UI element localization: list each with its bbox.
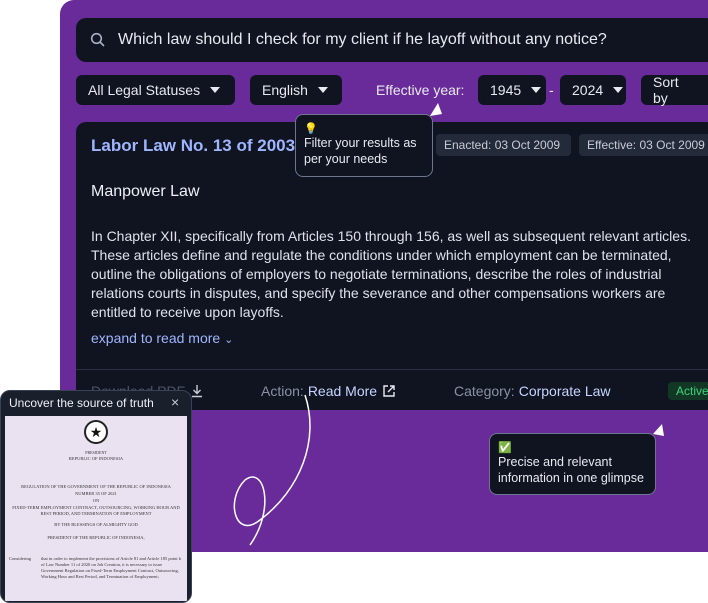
doc-header2: REPUBLIC OF INDONESIA	[68, 456, 124, 461]
doc-line2: NUMBER 35 OF 2021	[75, 491, 117, 496]
precise-tooltip: ✅ Precise and relevant information in on…	[489, 433, 656, 495]
source-panel-title: Uncover the source of truth	[9, 396, 154, 410]
doc-considering: Considering	[9, 556, 31, 561]
doc-line5: BY THE BLESSINGS OF ALMIGHTY GOD	[54, 522, 138, 527]
doc-body: that in order to implement the provision…	[41, 556, 181, 579]
doc-line6: PRESIDENT OF THE REPUBLIC OF INDONESIA,	[47, 535, 145, 540]
filter-tooltip: 💡 Filter your results as per your needs	[295, 114, 433, 177]
lightbulb-icon: 💡	[304, 123, 318, 135]
close-icon[interactable]: ×	[171, 394, 179, 410]
doc-line3: ON	[92, 498, 100, 503]
source-panel: Uncover the source of truth × ★ PRESIDEN…	[0, 390, 192, 603]
emblem-icon: ★	[84, 420, 108, 444]
source-document[interactable]: ★ PRESIDENT REPUBLIC OF INDONESIA REGULA…	[5, 416, 187, 601]
doc-line4: FIXED-TERM EMPLOYMENT CONTRACT, OUTSOURC…	[12, 505, 180, 516]
check-icon: ✅	[498, 442, 512, 454]
doc-line1: REGULATION OF THE GOVERNMENT OF THE REPU…	[21, 484, 171, 489]
precise-tooltip-text: Precise and relevant information in one …	[498, 455, 644, 485]
filter-tooltip-text: Filter your results as per your needs	[304, 136, 417, 166]
